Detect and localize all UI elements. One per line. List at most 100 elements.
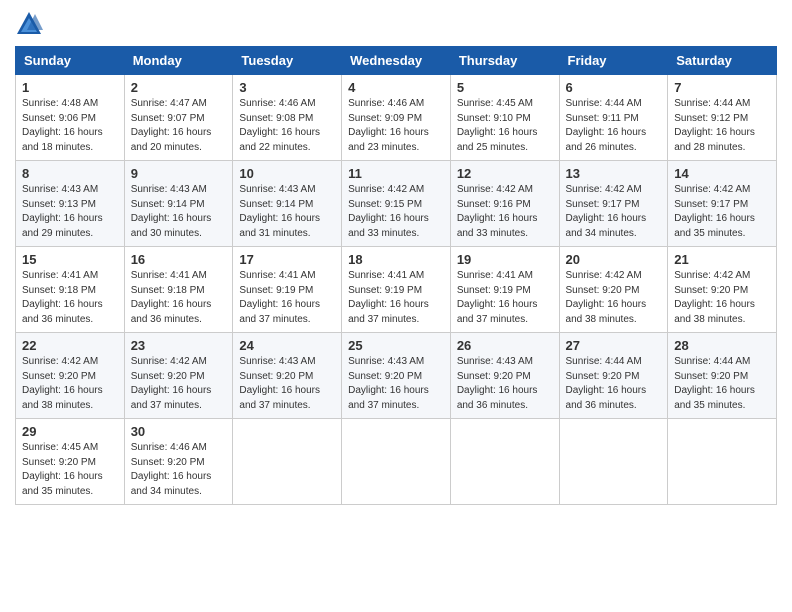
calendar-cell: 21 Sunrise: 4:42 AMSunset: 9:20 PMDayligh… bbox=[668, 247, 777, 333]
calendar-cell: 2 Sunrise: 4:47 AMSunset: 9:07 PMDaylight… bbox=[124, 75, 233, 161]
calendar-cell: 18 Sunrise: 4:41 AMSunset: 9:19 PMDayligh… bbox=[342, 247, 451, 333]
calendar-cell: 5 Sunrise: 4:45 AMSunset: 9:10 PMDaylight… bbox=[450, 75, 559, 161]
day-info: Sunrise: 4:42 AMSunset: 9:20 PMDaylight:… bbox=[674, 270, 755, 325]
calendar-cell: 17 Sunrise: 4:41 AMSunset: 9:19 PMDayligh… bbox=[233, 247, 342, 333]
calendar-cell: 19 Sunrise: 4:41 AMSunset: 9:19 PMDayligh… bbox=[450, 247, 559, 333]
day-info: Sunrise: 4:44 AMSunset: 9:11 PMDaylight:… bbox=[566, 98, 647, 153]
calendar-cell: 6 Sunrise: 4:44 AMSunset: 9:11 PMDaylight… bbox=[559, 75, 668, 161]
day-info: Sunrise: 4:42 AMSunset: 9:20 PMDaylight:… bbox=[22, 356, 103, 411]
calendar: SundayMondayTuesdayWednesdayThursdayFrid… bbox=[15, 46, 777, 505]
day-info: Sunrise: 4:45 AMSunset: 9:20 PMDaylight:… bbox=[22, 442, 103, 497]
day-number: 6 bbox=[566, 80, 662, 95]
weekday-header-sunday: Sunday bbox=[16, 47, 125, 75]
day-number: 28 bbox=[674, 338, 770, 353]
day-number: 15 bbox=[22, 252, 118, 267]
calendar-cell bbox=[233, 419, 342, 505]
day-info: Sunrise: 4:41 AMSunset: 9:18 PMDaylight:… bbox=[131, 270, 212, 325]
calendar-cell: 30 Sunrise: 4:46 AMSunset: 9:20 PMDayligh… bbox=[124, 419, 233, 505]
day-info: Sunrise: 4:44 AMSunset: 9:20 PMDaylight:… bbox=[566, 356, 647, 411]
day-number: 7 bbox=[674, 80, 770, 95]
day-info: Sunrise: 4:44 AMSunset: 9:20 PMDaylight:… bbox=[674, 356, 755, 411]
calendar-cell: 15 Sunrise: 4:41 AMSunset: 9:18 PMDayligh… bbox=[16, 247, 125, 333]
calendar-cell: 23 Sunrise: 4:42 AMSunset: 9:20 PMDayligh… bbox=[124, 333, 233, 419]
day-number: 25 bbox=[348, 338, 444, 353]
day-info: Sunrise: 4:43 AMSunset: 9:14 PMDaylight:… bbox=[131, 184, 212, 239]
calendar-cell: 3Sunrise: 4:46 AMSunset: 9:08 PMDaylight… bbox=[233, 75, 342, 161]
day-info: Sunrise: 4:43 AMSunset: 9:20 PMDaylight:… bbox=[239, 356, 320, 411]
calendar-cell: 8Sunrise: 4:43 AMSunset: 9:13 PMDaylight… bbox=[16, 161, 125, 247]
calendar-cell: 16 Sunrise: 4:41 AMSunset: 9:18 PMDayligh… bbox=[124, 247, 233, 333]
day-number: 23 bbox=[131, 338, 227, 353]
calendar-cell bbox=[342, 419, 451, 505]
day-number: 12 bbox=[457, 166, 553, 181]
day-number: 30 bbox=[131, 424, 227, 439]
day-info: Sunrise: 4:41 AMSunset: 9:18 PMDaylight:… bbox=[22, 270, 103, 325]
weekday-header-monday: Monday bbox=[124, 47, 233, 75]
logo bbox=[15, 10, 47, 38]
day-number: 17 bbox=[239, 252, 335, 267]
header bbox=[15, 10, 777, 38]
day-number: 20 bbox=[566, 252, 662, 267]
calendar-cell: 4Sunrise: 4:46 AMSunset: 9:09 PMDaylight… bbox=[342, 75, 451, 161]
week-row-4: 22 Sunrise: 4:42 AMSunset: 9:20 PMDayligh… bbox=[16, 333, 777, 419]
day-info: Sunrise: 4:44 AMSunset: 9:12 PMDaylight:… bbox=[674, 98, 755, 153]
day-info: Sunrise: 4:41 AMSunset: 9:19 PMDaylight:… bbox=[457, 270, 538, 325]
calendar-cell bbox=[668, 419, 777, 505]
day-number: 16 bbox=[131, 252, 227, 267]
day-number: 5 bbox=[457, 80, 553, 95]
calendar-cell: 29 Sunrise: 4:45 AMSunset: 9:20 PMDayligh… bbox=[16, 419, 125, 505]
day-info: Sunrise: 4:42 AMSunset: 9:17 PMDaylight:… bbox=[674, 184, 755, 239]
day-number: 27 bbox=[566, 338, 662, 353]
calendar-cell: 27 Sunrise: 4:44 AMSunset: 9:20 PMDayligh… bbox=[559, 333, 668, 419]
day-info: Sunrise: 4:46 AMSunset: 9:20 PMDaylight:… bbox=[131, 442, 212, 497]
day-number: 9 bbox=[131, 166, 227, 181]
page: SundayMondayTuesdayWednesdayThursdayFrid… bbox=[0, 0, 792, 520]
day-number: 29 bbox=[22, 424, 118, 439]
calendar-cell: 20 Sunrise: 4:42 AMSunset: 9:20 PMDayligh… bbox=[559, 247, 668, 333]
calendar-cell: 1Sunrise: 4:48 AMSunset: 9:06 PMDaylight… bbox=[16, 75, 125, 161]
day-info: Sunrise: 4:43 AMSunset: 9:20 PMDaylight:… bbox=[348, 356, 429, 411]
day-info: Sunrise: 4:42 AMSunset: 9:15 PMDaylight:… bbox=[348, 184, 429, 239]
day-number: 13 bbox=[566, 166, 662, 181]
day-info: Sunrise: 4:46 AMSunset: 9:09 PMDaylight:… bbox=[348, 98, 429, 153]
day-info: Sunrise: 4:47 AMSunset: 9:07 PMDaylight:… bbox=[131, 98, 212, 153]
calendar-cell: 24Sunrise: 4:43 AMSunset: 9:20 PMDayligh… bbox=[233, 333, 342, 419]
day-number: 2 bbox=[131, 80, 227, 95]
week-row-5: 29 Sunrise: 4:45 AMSunset: 9:20 PMDayligh… bbox=[16, 419, 777, 505]
day-number: 18 bbox=[348, 252, 444, 267]
week-row-2: 8Sunrise: 4:43 AMSunset: 9:13 PMDaylight… bbox=[16, 161, 777, 247]
calendar-cell: 22 Sunrise: 4:42 AMSunset: 9:20 PMDayligh… bbox=[16, 333, 125, 419]
calendar-cell: 28 Sunrise: 4:44 AMSunset: 9:20 PMDayligh… bbox=[668, 333, 777, 419]
calendar-cell: 7 Sunrise: 4:44 AMSunset: 9:12 PMDaylight… bbox=[668, 75, 777, 161]
weekday-header-saturday: Saturday bbox=[668, 47, 777, 75]
day-number: 19 bbox=[457, 252, 553, 267]
day-number: 3 bbox=[239, 80, 335, 95]
logo-icon bbox=[15, 10, 43, 38]
day-number: 21 bbox=[674, 252, 770, 267]
day-info: Sunrise: 4:41 AMSunset: 9:19 PMDaylight:… bbox=[239, 270, 320, 325]
day-number: 1 bbox=[22, 80, 118, 95]
calendar-cell bbox=[450, 419, 559, 505]
calendar-cell: 14 Sunrise: 4:42 AMSunset: 9:17 PMDayligh… bbox=[668, 161, 777, 247]
calendar-cell bbox=[559, 419, 668, 505]
day-number: 22 bbox=[22, 338, 118, 353]
day-info: Sunrise: 4:42 AMSunset: 9:20 PMDaylight:… bbox=[566, 270, 647, 325]
calendar-cell: 10 Sunrise: 4:43 AMSunset: 9:14 PMDayligh… bbox=[233, 161, 342, 247]
day-info: Sunrise: 4:41 AMSunset: 9:19 PMDaylight:… bbox=[348, 270, 429, 325]
day-info: Sunrise: 4:43 AMSunset: 9:13 PMDaylight:… bbox=[22, 184, 103, 239]
calendar-cell: 12Sunrise: 4:42 AMSunset: 9:16 PMDayligh… bbox=[450, 161, 559, 247]
day-info: Sunrise: 4:42 AMSunset: 9:20 PMDaylight:… bbox=[131, 356, 212, 411]
day-number: 10 bbox=[239, 166, 335, 181]
day-info: Sunrise: 4:43 AMSunset: 9:20 PMDaylight:… bbox=[457, 356, 538, 411]
calendar-cell: 25 Sunrise: 4:43 AMSunset: 9:20 PMDayligh… bbox=[342, 333, 451, 419]
weekday-header-thursday: Thursday bbox=[450, 47, 559, 75]
weekday-header-row: SundayMondayTuesdayWednesdayThursdayFrid… bbox=[16, 47, 777, 75]
day-number: 14 bbox=[674, 166, 770, 181]
weekday-header-wednesday: Wednesday bbox=[342, 47, 451, 75]
day-info: Sunrise: 4:42 AMSunset: 9:17 PMDaylight:… bbox=[566, 184, 647, 239]
day-info: Sunrise: 4:45 AMSunset: 9:10 PMDaylight:… bbox=[457, 98, 538, 153]
week-row-1: 1Sunrise: 4:48 AMSunset: 9:06 PMDaylight… bbox=[16, 75, 777, 161]
day-info: Sunrise: 4:43 AMSunset: 9:14 PMDaylight:… bbox=[239, 184, 320, 239]
calendar-cell: 11Sunrise: 4:42 AMSunset: 9:15 PMDayligh… bbox=[342, 161, 451, 247]
day-number: 26 bbox=[457, 338, 553, 353]
